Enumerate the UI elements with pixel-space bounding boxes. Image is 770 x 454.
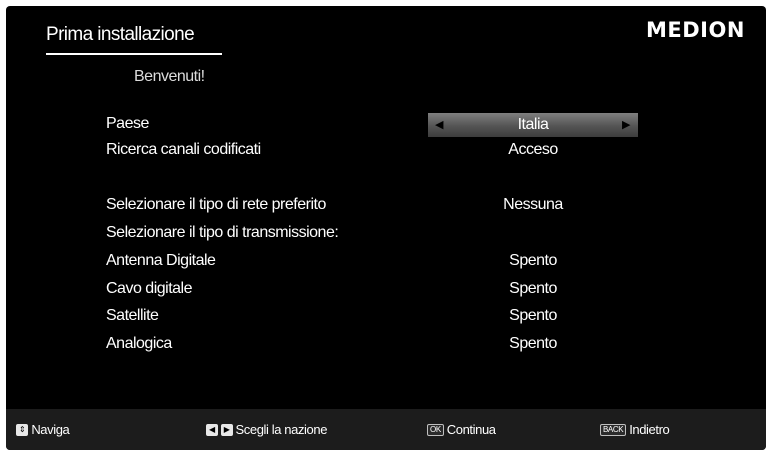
setting-row-country[interactable]: Paese ◀ Italia ▶ xyxy=(6,113,766,137)
digital-cable-label: Cavo digitale xyxy=(106,280,193,297)
hint-continue-label: Continua xyxy=(446,422,496,437)
network-type-value: Nessuna xyxy=(503,196,563,213)
setting-row-network-type[interactable]: Selezionare il tipo di rete preferito Ne… xyxy=(6,194,766,218)
network-type-label: Selezionare il tipo di rete preferito xyxy=(106,196,326,213)
setting-row-transmission-header: Selezionare il tipo di transmissione: xyxy=(6,222,766,246)
satellite-value: Spento xyxy=(509,307,557,324)
page-title: Prima installazione xyxy=(46,24,195,45)
setting-row-satellite[interactable]: Satellite Spento xyxy=(6,305,766,329)
hint-back: BACK Indietro xyxy=(600,422,670,437)
country-value: Italia xyxy=(517,116,549,133)
hint-back-label: Indietro xyxy=(629,422,670,437)
encrypted-search-value: Acceso xyxy=(508,141,558,158)
hint-navigate: ⇕ Naviga xyxy=(16,422,70,437)
hint-choose-country-label: Scegli la nazione xyxy=(235,422,328,437)
country-selector[interactable]: ◀ Italia ▶ xyxy=(428,113,638,137)
tv-screen: Prima installazione MEDION Benvenuti! Pa… xyxy=(6,6,766,450)
hint-choose-country: ◀ ▶ Scegli la nazione xyxy=(206,422,327,437)
medion-logo: MEDION xyxy=(646,18,745,42)
hint-navigate-label: Naviga xyxy=(31,422,70,437)
back-key-icon: BACK xyxy=(600,423,627,436)
setting-row-encrypted-search[interactable]: Ricerca canali codificati Acceso xyxy=(6,139,766,163)
encrypted-search-label: Ricerca canali codificati xyxy=(106,141,261,158)
welcome-text: Benvenuti! xyxy=(134,68,205,85)
arrow-right-icon[interactable]: ▶ xyxy=(622,113,630,137)
analog-label: Analogica xyxy=(106,335,172,352)
up-down-key-icon: ⇕ xyxy=(16,423,29,436)
hint-continue: OK Continua xyxy=(427,422,496,437)
analog-value: Spento xyxy=(509,335,557,352)
setting-row-digital-antenna[interactable]: Antenna Digitale Spento xyxy=(6,250,766,274)
setting-row-analog[interactable]: Analogica Spento xyxy=(6,333,766,357)
digital-antenna-value: Spento xyxy=(509,252,557,269)
digital-antenna-label: Antenna Digitale xyxy=(106,252,216,269)
transmission-type-heading: Selezionare il tipo di transmissione: xyxy=(106,224,339,241)
digital-cable-value: Spento xyxy=(509,280,557,297)
country-label: Paese xyxy=(106,115,149,132)
title-underline xyxy=(46,53,222,55)
arrow-left-icon[interactable]: ◀ xyxy=(435,113,443,137)
satellite-label: Satellite xyxy=(106,307,159,324)
setting-row-digital-cable[interactable]: Cavo digitale Spento xyxy=(6,278,766,302)
ok-key-icon: OK xyxy=(427,423,444,436)
left-key-icon: ◀ xyxy=(206,423,218,436)
right-key-icon: ▶ xyxy=(220,423,233,436)
footer-hint-bar: ⇕ Naviga ◀ ▶ Scegli la nazione OK Contin… xyxy=(6,409,766,450)
